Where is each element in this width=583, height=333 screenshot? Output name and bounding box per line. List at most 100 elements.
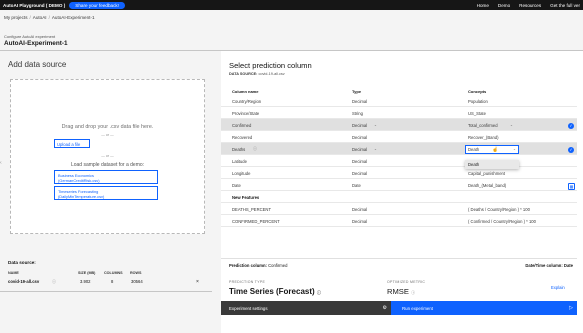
table-row-selected[interactable]: Confirmed Decimal ⌄ Total_confirmed ⌄ ✓ <box>221 119 577 131</box>
run-experiment-button[interactable]: Run experiment ▷ <box>391 301 577 315</box>
table-row[interactable]: Recovered Decimal Recover_(Band) <box>221 131 577 143</box>
info-icon[interactable]: ⓘ <box>52 279 56 285</box>
column-type: Decimal <box>352 134 368 140</box>
columns-table: Column name Type Concepts Country/Region… <box>221 85 577 227</box>
app-brand[interactable]: AutoAI Playground ( DEMO ) <box>0 3 65 8</box>
table-row[interactable]: Province/State String US_State <box>221 107 577 119</box>
table-row[interactable]: Country/Region Decimal Population <box>221 95 577 107</box>
or-divider: — or — <box>101 154 114 158</box>
table-row[interactable]: Longitude Decimal Capital_punishment <box>221 167 577 179</box>
info-icon[interactable]: ⓘ <box>317 290 321 295</box>
play-icon: ▷ <box>569 304 573 311</box>
info-icon[interactable]: ⓘ <box>411 290 415 295</box>
feature-type: Decimal <box>352 218 368 224</box>
column-type: Decimal <box>352 122 368 128</box>
breadcrumb-experiment: AutoAI-Experiment-1 <box>51 15 95 20</box>
header-name: NAME <box>8 271 19 275</box>
data-source-label: Data source: <box>8 260 36 265</box>
datetime-column-summary: Date/Time column: Date <box>525 263 573 268</box>
feature-formula: ( Deaths / Country/Region ) * 100 <box>468 206 530 212</box>
prediction-column-value: Confirmed <box>268 263 288 268</box>
column-concept: Death <box>468 146 480 152</box>
breadcrumb: My projects / AutoAI / AutoAI-Experiment-1 <box>4 15 95 20</box>
nav-demo[interactable]: Demo <box>498 3 510 8</box>
feedback-button[interactable]: Share your feedback! <box>69 1 125 9</box>
file-dropzone[interactable]: Drag and drop your .csv data file here. … <box>10 79 205 234</box>
column-name: Latitude <box>232 158 247 164</box>
breadcrumb-separator: / <box>48 15 50 20</box>
column-name: Recovered <box>232 134 253 140</box>
breadcrumb-autoai[interactable]: AutoAI <box>33 15 47 20</box>
top-nav-bar: AutoAI Playground ( DEMO ) Share your fe… <box>0 0 583 10</box>
concept-chevron-down-icon[interactable]: ⌄ <box>513 147 516 151</box>
column-type: Date <box>352 182 361 188</box>
prediction-type-label: PREDICTION TYPE <box>229 280 266 284</box>
column-type: Decimal <box>352 170 368 176</box>
column-type: Decimal <box>352 158 368 164</box>
sample-file: (DailyMinTemperature.csv) <box>58 193 105 199</box>
feature-formula: ( Confirmed / Country/Region ) * 100 <box>468 218 536 224</box>
prediction-summary-bar: Prediction column: Confirmed Date/Time c… <box>221 258 577 271</box>
table-row[interactable]: Date Date Death_(Metal_band) ▦ <box>221 179 577 191</box>
data-source-table-header: NAME SIZE (MB) COLUMNS ROWS <box>8 271 204 277</box>
metric-text: RMSE <box>387 287 409 296</box>
breadcrumb-separator: / <box>29 15 31 20</box>
remove-data-source-icon[interactable]: × <box>196 279 199 285</box>
breadcrumb-projects[interactable]: My projects <box>4 15 28 20</box>
column-concept: Population <box>468 98 488 104</box>
column-name: Deaths <box>232 146 246 152</box>
type-chevron-down-icon[interactable]: ⌄ <box>374 147 377 151</box>
checkmark-icon: ✓ <box>568 146 574 153</box>
checkmark-icon: ✓ <box>568 122 574 129</box>
nav-resources[interactable]: Resources <box>519 3 541 8</box>
optimized-metric-label: OPTIMIZED METRIC <box>387 280 426 284</box>
column-type: Decimal <box>352 146 368 152</box>
prediction-column-label: Prediction column: <box>229 263 267 268</box>
column-concept: Total_confirmed <box>468 122 498 128</box>
experiment-settings-button[interactable]: Experiment settings ⚙ <box>221 301 391 315</box>
header-size: SIZE (MB) <box>78 271 96 275</box>
data-source-rows: 30564 <box>131 279 143 284</box>
dropdown-option-death[interactable]: Death <box>465 160 519 169</box>
table-row[interactable]: Latitude Decimal <box>221 155 577 167</box>
column-name: Country/Region <box>232 98 262 104</box>
explain-link[interactable]: Explain <box>551 285 565 290</box>
select-prediction-heading: Select prediction column <box>229 61 312 70</box>
table-row[interactable]: DEATHS_PERCENT Decimal ( Deaths / Countr… <box>221 203 577 215</box>
nav-home[interactable]: Home <box>477 3 489 8</box>
upload-file-button[interactable]: Upload a file <box>54 139 90 148</box>
column-name: Confirmed <box>232 122 252 128</box>
mouse-cursor-icon: ☝ <box>492 146 499 153</box>
datetime-column-value: Date <box>563 263 573 268</box>
concept-dropdown-menu: Death <box>465 160 519 169</box>
table-row-selected[interactable]: Deaths ⓘ Decimal ⌄ Death ☝ ⌄ ✓ <box>221 143 577 155</box>
column-name: Longitude <box>232 170 251 176</box>
sample-dataset-business-economics[interactable]: Business Economics (GermanCreditRisk.csv… <box>54 170 158 184</box>
column-name: Date <box>232 182 241 188</box>
datetime-column-label: Date/Time column: <box>525 263 563 268</box>
collapse-handle-icon[interactable]: ‹ <box>0 160 2 166</box>
info-icon[interactable]: ⓘ <box>253 146 257 152</box>
column-type: Decimal <box>352 98 368 104</box>
data-source-columns: 8 <box>111 279 114 284</box>
feature-name: DEATHS_PERCENT <box>232 206 272 212</box>
data-source-name: covid-19-all.csv <box>8 279 40 284</box>
load-sample-text: Load sample dataset for a demo: <box>70 162 145 168</box>
column-concept: Recover_(Band) <box>468 134 499 140</box>
gear-icon: ⚙ <box>382 304 387 311</box>
sample-dataset-timeseries[interactable]: Timeseries Forecasting (DailyMinTemperat… <box>54 186 158 200</box>
table-row[interactable]: CONFIRMED_PERCENT Decimal ( Confirmed / … <box>221 215 577 227</box>
optimized-metric-value: RMSE ⓘ <box>387 287 415 296</box>
data-source-caption-label: DATA SOURCE: <box>229 72 258 76</box>
type-chevron-down-icon[interactable]: ⌄ <box>374 123 377 127</box>
calendar-icon[interactable]: ▦ <box>568 182 575 190</box>
run-experiment-label: Run experiment <box>402 305 433 311</box>
footer-actions: Experiment settings ⚙ Run experiment ▷ <box>221 301 577 315</box>
prediction-type-value: Time Series (Forecast) ⓘ <box>229 287 321 296</box>
new-features-label: New Features <box>232 194 260 200</box>
header-columns: COLUMNS <box>104 271 123 275</box>
page-subtitle: Configure AutoAI experiment <box>4 34 56 39</box>
data-source-caption: DATA SOURCE: covid-19-all.csv <box>229 72 285 76</box>
nav-full-version[interactable]: Get the full ver <box>550 3 580 8</box>
concept-chevron-down-icon[interactable]: ⌄ <box>510 123 513 127</box>
